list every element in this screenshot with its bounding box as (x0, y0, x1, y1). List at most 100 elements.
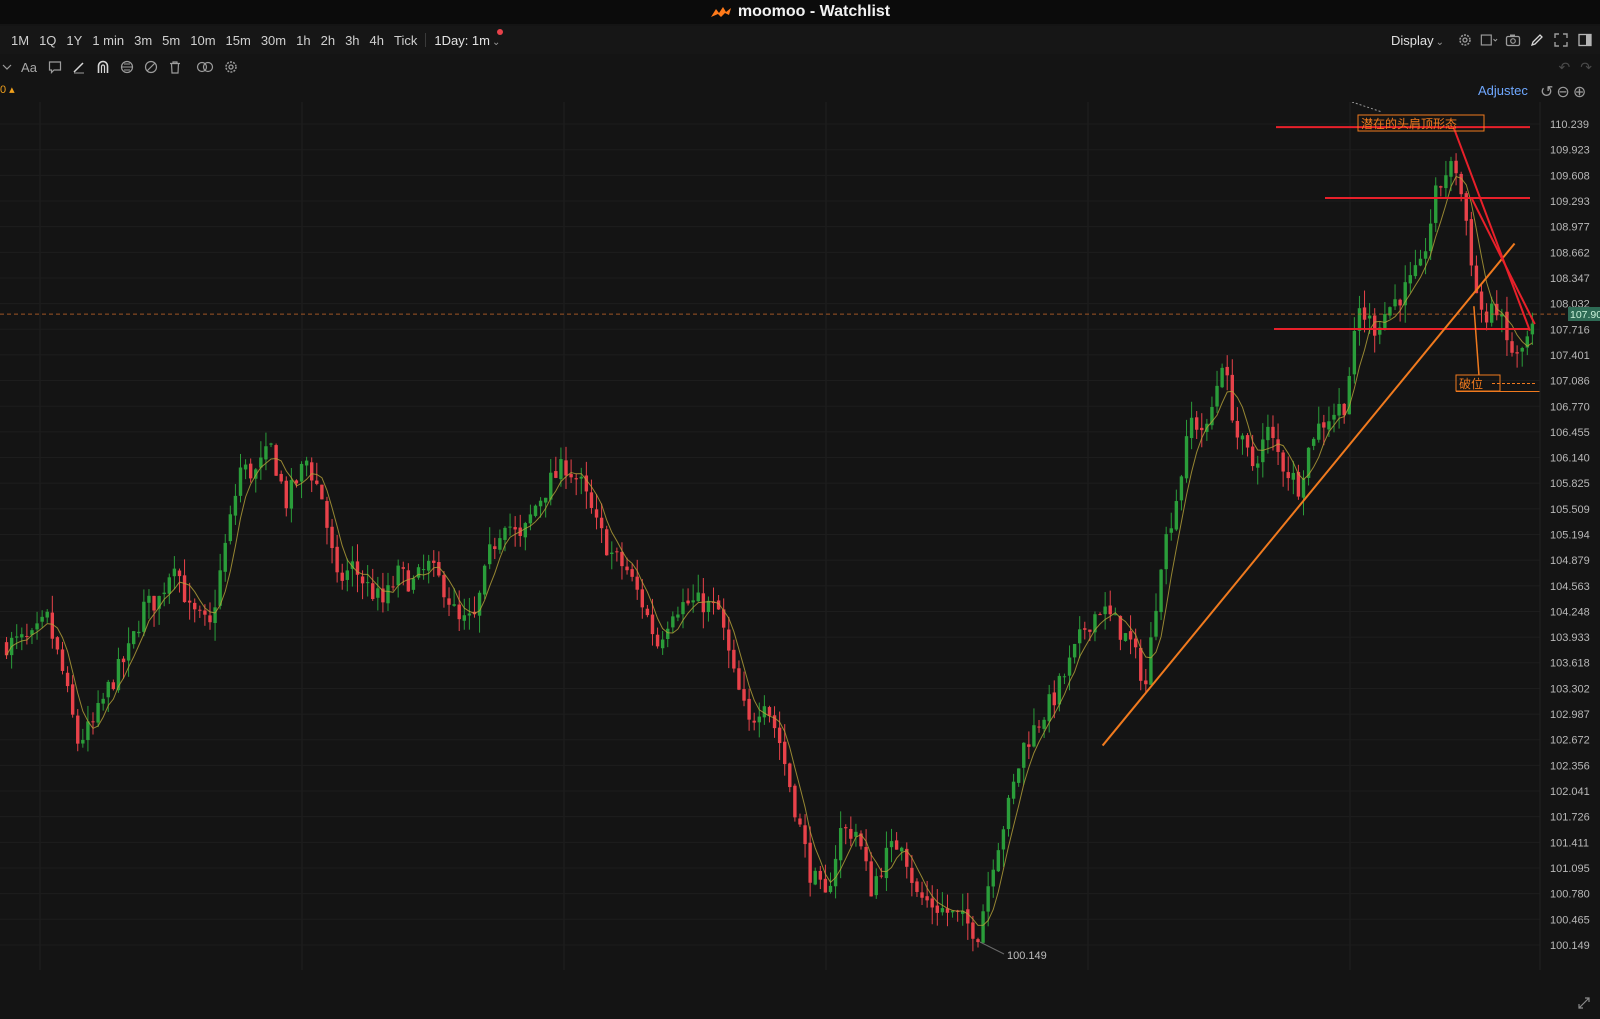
zoom-out-icon[interactable]: ⊖ (1556, 82, 1569, 102)
candle-body (1256, 463, 1260, 468)
candle-body (808, 842, 812, 883)
chart-area[interactable]: 110.239 109.923 109.608 109.293 108.977 108.6… (0, 102, 1600, 992)
candle-body (574, 478, 578, 480)
adjusted-price-toggle[interactable]: Adjustec (1478, 83, 1528, 98)
timeframe-1q[interactable]: 1Q (34, 33, 61, 48)
timeframe-1y[interactable]: 1Y (61, 33, 87, 48)
timeframe-3h[interactable]: 3h (340, 33, 364, 48)
drawing-settings-gear-icon[interactable] (222, 58, 240, 76)
candle-body (899, 847, 904, 852)
candle-body (1123, 633, 1128, 642)
chart-background (0, 102, 1600, 992)
candle-body (1022, 742, 1026, 768)
y-tick-label: 107.401 (1550, 350, 1590, 362)
y-tick-label: 106.140 (1550, 453, 1590, 465)
timeframe-30m[interactable]: 30m (256, 33, 291, 48)
text-tool-button[interactable]: Aa (18, 58, 40, 76)
timeframe-4h[interactable]: 4h (365, 33, 389, 48)
candle-body (1428, 223, 1433, 252)
display-dropdown[interactable]: Display ⌄ (1385, 33, 1450, 48)
candle-body (940, 908, 945, 913)
candle-body (447, 598, 451, 605)
lock-drawing-icon[interactable] (118, 58, 136, 76)
candle-body (401, 567, 405, 569)
candle-body (330, 526, 334, 549)
candle-body (335, 546, 339, 573)
candle-body (365, 582, 370, 584)
candle-body (96, 703, 100, 723)
candle-body (1479, 291, 1484, 310)
candle-body (101, 698, 105, 704)
fullscreen-icon[interactable] (1552, 31, 1570, 49)
candle-body (671, 616, 675, 628)
y-tick-label: 109.923 (1550, 145, 1590, 157)
y-tick-label: 105.509 (1550, 504, 1590, 516)
y-tick-label: 109.608 (1550, 170, 1590, 182)
candle-body (386, 585, 390, 604)
candle-body (121, 658, 126, 663)
hide-drawings-icon[interactable] (142, 58, 160, 76)
layout-square-icon[interactable] (1480, 31, 1498, 49)
candle-body (248, 463, 253, 479)
candle-body (416, 567, 421, 578)
timeframe-tick[interactable]: Tick (389, 33, 422, 48)
timeframe-2h[interactable]: 2h (316, 33, 340, 48)
candle-body (1423, 251, 1428, 259)
timeframe-3m[interactable]: 3m (129, 33, 157, 48)
candle-body (1266, 426, 1270, 441)
timeframe-1m-month[interactable]: 1M (6, 33, 34, 48)
candle-body (640, 589, 645, 608)
compare-icon[interactable] (194, 58, 216, 76)
undo-icon[interactable]: ↶ (1559, 59, 1571, 76)
candle-body (991, 869, 995, 887)
candle-body (1184, 436, 1189, 479)
active-timeframe-dropdown[interactable]: 1Day: 1m ⌄ (429, 28, 505, 48)
candle-body (1357, 308, 1362, 331)
magnet-icon[interactable] (94, 58, 112, 76)
line-tool-icon[interactable] (70, 58, 88, 76)
pen-icon[interactable] (1528, 31, 1546, 49)
reset-icon[interactable]: ↺ (1540, 82, 1553, 102)
timeframe-10m[interactable]: 10m (185, 33, 220, 48)
candle-body (1159, 569, 1163, 613)
candle-body (1367, 315, 1372, 319)
candle-body (838, 828, 843, 861)
expand-corner-icon[interactable] (1577, 996, 1591, 1015)
breakdown-label: 破位 (1459, 376, 1483, 391)
timeframe-1h[interactable]: 1h (291, 33, 315, 48)
comment-icon[interactable] (46, 58, 64, 76)
candle-body (1510, 341, 1514, 353)
candle-body (1245, 435, 1250, 448)
timeframe-5m[interactable]: 5m (157, 33, 185, 48)
candle-body (503, 527, 507, 540)
timeframe-15m[interactable]: 15m (221, 33, 256, 48)
candle-body (610, 552, 614, 555)
settings-gear-icon[interactable] (1456, 31, 1474, 49)
candle-body (1439, 186, 1443, 188)
candle-body (1276, 439, 1280, 452)
sidebar-panel-icon[interactable] (1576, 31, 1594, 49)
camera-icon[interactable] (1504, 31, 1522, 49)
candle-body (996, 850, 1001, 872)
candle-body (493, 546, 497, 550)
candle-body (1083, 628, 1087, 630)
candle-body (1271, 426, 1275, 438)
y-tick-label: 100.780 (1550, 889, 1590, 901)
candle-body (45, 611, 49, 618)
candle-body (1133, 638, 1138, 648)
candle-body (1042, 719, 1046, 729)
candle-body (1067, 657, 1072, 676)
candlestick-chart[interactable]: 110.239 109.923 109.608 109.293 108.977 108.6… (0, 102, 1600, 992)
candle-body (828, 885, 833, 893)
candle-body (788, 763, 792, 788)
candle-body (1144, 680, 1148, 685)
candle-body (1027, 744, 1031, 747)
chevron-down-icon[interactable] (2, 58, 12, 76)
redo-icon[interactable]: ↷ (1580, 59, 1592, 76)
candle-body (111, 682, 116, 690)
timeframe-1min[interactable]: 1 min (87, 33, 129, 48)
candle-body (187, 600, 192, 603)
candle-body (233, 495, 238, 516)
zoom-in-icon[interactable]: ⊕ (1573, 82, 1586, 102)
trash-icon[interactable] (166, 58, 184, 76)
